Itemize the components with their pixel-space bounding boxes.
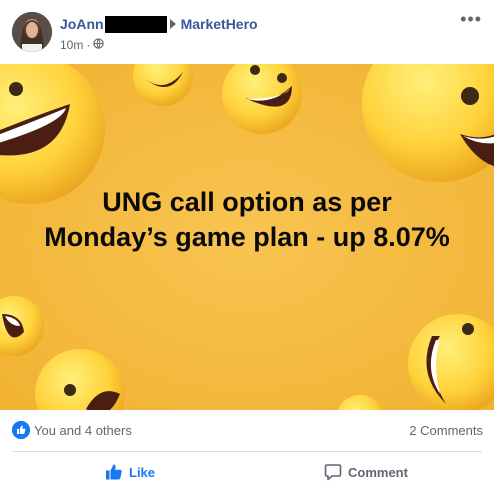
post-card: JoAnn MarketHero 10m · ••• UNG call opti… xyxy=(0,0,494,490)
more-options-icon[interactable]: ••• xyxy=(460,9,482,30)
group-name[interactable]: MarketHero xyxy=(181,16,258,32)
reaction-summary[interactable]: You and 4 others xyxy=(34,423,132,438)
like-icon[interactable] xyxy=(12,421,30,439)
author-name[interactable]: JoAnn xyxy=(60,16,104,32)
post-meta: 10m · xyxy=(60,36,105,54)
public-globe-icon[interactable] xyxy=(93,36,105,54)
post-time[interactable]: 10m xyxy=(60,38,83,52)
post-header: JoAnn MarketHero 10m · ••• xyxy=(0,0,494,64)
reactions-bar: You and 4 others 2 Comments xyxy=(0,410,494,450)
post-caption: UNG call option as per Monday’s game pla… xyxy=(44,187,450,252)
caret-right-icon xyxy=(169,19,176,29)
comment-bubble-icon xyxy=(324,464,342,481)
redacted-name xyxy=(104,15,167,33)
like-button[interactable]: Like xyxy=(105,460,155,484)
separator-dot: · xyxy=(86,38,91,52)
post-image[interactable]: UNG call option as per Monday’s game pla… xyxy=(0,64,494,410)
thumbs-up-icon xyxy=(106,464,122,480)
avatar[interactable] xyxy=(12,12,52,52)
comment-label: Comment xyxy=(348,464,408,480)
comments-count[interactable]: 2 Comments xyxy=(409,423,483,438)
author-line: JoAnn MarketHero xyxy=(60,15,258,33)
post-actions: Like Comment xyxy=(0,452,494,490)
like-label: Like xyxy=(129,464,156,480)
comment-button[interactable]: Comment xyxy=(324,460,408,484)
